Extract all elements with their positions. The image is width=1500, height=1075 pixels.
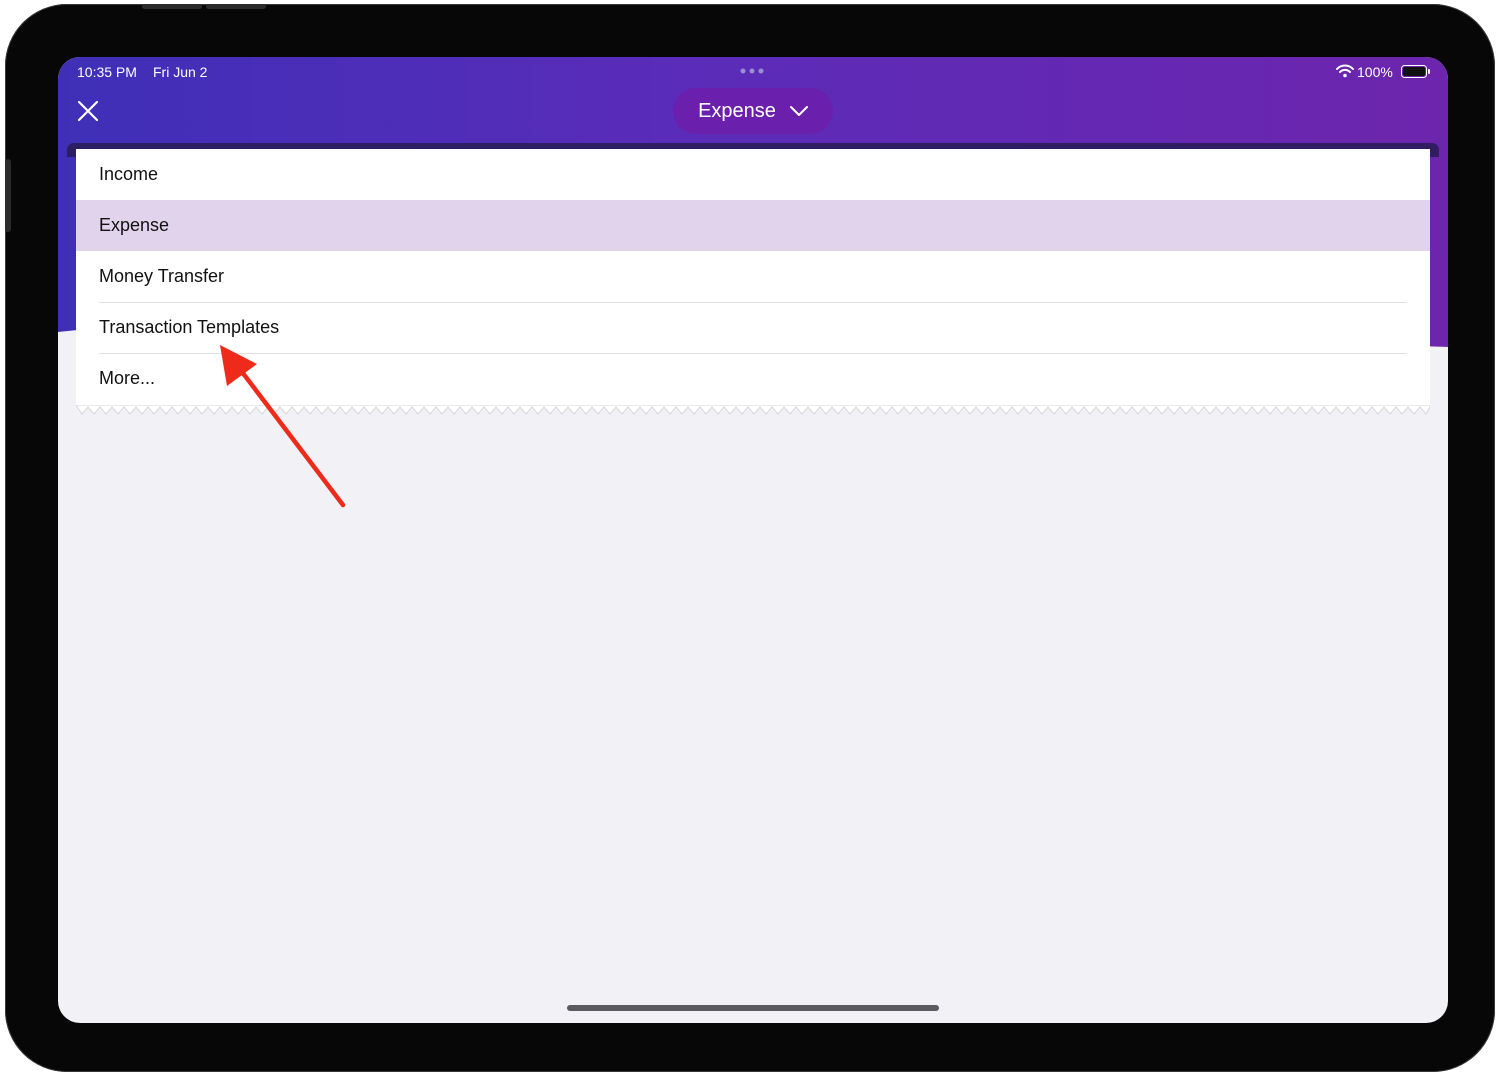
torn-edge-path (76, 405, 1430, 415)
top-button (206, 4, 266, 9)
close-icon[interactable] (76, 99, 100, 123)
status-date: Fri Jun 2 (153, 64, 208, 80)
menu-item-label: Income (99, 164, 159, 184)
top-button (142, 4, 202, 9)
wifi-icon (1336, 64, 1354, 78)
home-indicator[interactable] (567, 1005, 939, 1011)
menu-item-label: Money Transfer (99, 266, 225, 286)
dropdown-list: Income Expense Money Transfer Transactio… (76, 149, 1430, 405)
menu-item-money-transfer[interactable]: Money Transfer (76, 251, 1430, 303)
menu-item-expense[interactable]: Expense (76, 200, 1430, 251)
menu-item-more[interactable]: More... (76, 353, 1430, 405)
multitasking-dots-icon[interactable] (739, 68, 769, 74)
side-button (5, 159, 11, 232)
menu-item-income[interactable]: Income (76, 149, 1430, 201)
menu-item-label: More... (99, 368, 156, 388)
menu-item-label: Expense (99, 215, 170, 235)
transaction-type-selector[interactable]: Expense (673, 88, 833, 134)
menu-item-transaction-templates[interactable]: Transaction Templates (76, 302, 1430, 354)
transaction-type-label: Expense (698, 99, 776, 122)
torn-edge (76, 405, 1430, 415)
transaction-type-dropdown: Income Expense Money Transfer Transactio… (76, 149, 1430, 419)
status-time: 10:35 PM (77, 64, 137, 80)
chevron-down-icon (789, 106, 808, 116)
screen: 10:35 PM Fri Jun 2 100% Expense Income E… (58, 57, 1448, 1023)
status-bar: 10:35 PM Fri Jun 2 100% (58, 57, 1448, 87)
battery-percentage: 100% (1357, 64, 1393, 80)
menu-item-label: Transaction Templates (99, 317, 280, 337)
battery-full-icon (1401, 65, 1430, 78)
